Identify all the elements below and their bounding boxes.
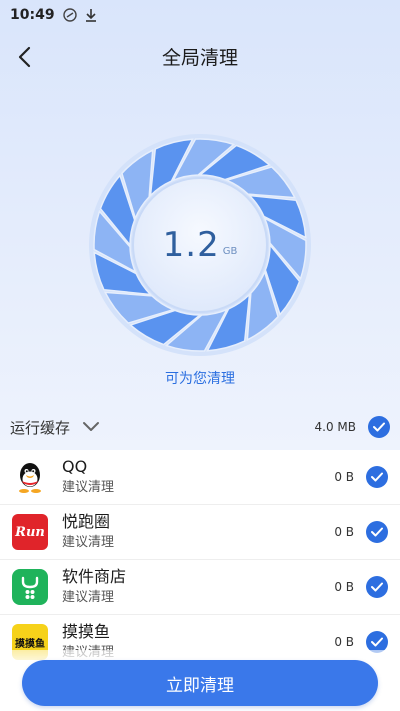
app-checkbox[interactable] — [366, 576, 388, 598]
running-cache-checkbox[interactable] — [368, 416, 390, 438]
cleanable-subtitle: 可为您清理 — [165, 371, 235, 387]
check-icon — [371, 472, 383, 482]
app-name: 摸摸鱼 — [62, 622, 111, 641]
clean-now-button[interactable]: 立即清理 — [22, 660, 378, 706]
chevron-left-icon — [18, 46, 31, 68]
chevron-down-icon[interactable] — [82, 421, 100, 433]
app-name: QQ — [62, 457, 88, 476]
app-suggestion: 建议清理 — [62, 480, 115, 495]
app-size: 0 B — [334, 635, 354, 649]
app-suggestion: 建议清理 — [62, 535, 115, 550]
back-button[interactable] — [10, 42, 40, 72]
status-bar: 10:49 — [0, 0, 400, 30]
page-title: 全局清理 — [161, 46, 238, 69]
run-icon: Run — [12, 514, 48, 550]
list-item[interactable]: Run 悦跑圈 建议清理 0 B — [0, 505, 400, 560]
qq-icon — [12, 459, 48, 495]
check-icon — [371, 527, 383, 537]
momoyu-icon-text: 摸摸鱼 — [15, 638, 45, 650]
list-item[interactable]: 软件商店 建议清理 0 B — [0, 560, 400, 615]
total-size-unit: GB — [222, 245, 238, 257]
app-list: QQ 建议清理 0 B Run 悦跑圈 建议清理 0 B 软件商店 建议清理 0… — [0, 450, 400, 660]
running-cache-label: 运行缓存 — [10, 418, 71, 437]
app-text: 悦跑圈 建议清理 — [62, 512, 114, 552]
app-size: 0 B — [334, 580, 354, 594]
app-size: 0 B — [334, 525, 354, 539]
app-name: 软件商店 — [62, 567, 127, 586]
running-cache-row[interactable]: 运行缓存 4.0 MB — [0, 408, 400, 446]
app-text: QQ 建议清理 — [62, 457, 114, 497]
download-icon — [85, 8, 97, 22]
app-store-icon — [12, 569, 48, 605]
list-item[interactable]: QQ 建议清理 0 B — [0, 450, 400, 505]
run-icon-text: Run — [15, 524, 45, 540]
check-icon — [371, 582, 383, 592]
app-size: 0 B — [334, 470, 354, 484]
total-size-value: 1.2 — [162, 225, 220, 265]
app-text: 软件商店 建议清理 — [62, 567, 126, 607]
app-name: 悦跑圈 — [62, 512, 111, 531]
size-readout: 1.2 GB — [87, 132, 313, 358]
check-icon — [373, 422, 385, 432]
app-checkbox[interactable] — [366, 466, 388, 488]
check-icon — [371, 637, 383, 647]
running-cache-size: 4.0 MB — [314, 420, 356, 434]
app-header: 全局清理 — [0, 30, 400, 82]
status-time: 10:49 — [10, 7, 55, 23]
app-suggestion: 建议清理 — [62, 590, 115, 605]
data-saver-icon — [62, 8, 77, 22]
app-checkbox[interactable] — [366, 521, 388, 543]
